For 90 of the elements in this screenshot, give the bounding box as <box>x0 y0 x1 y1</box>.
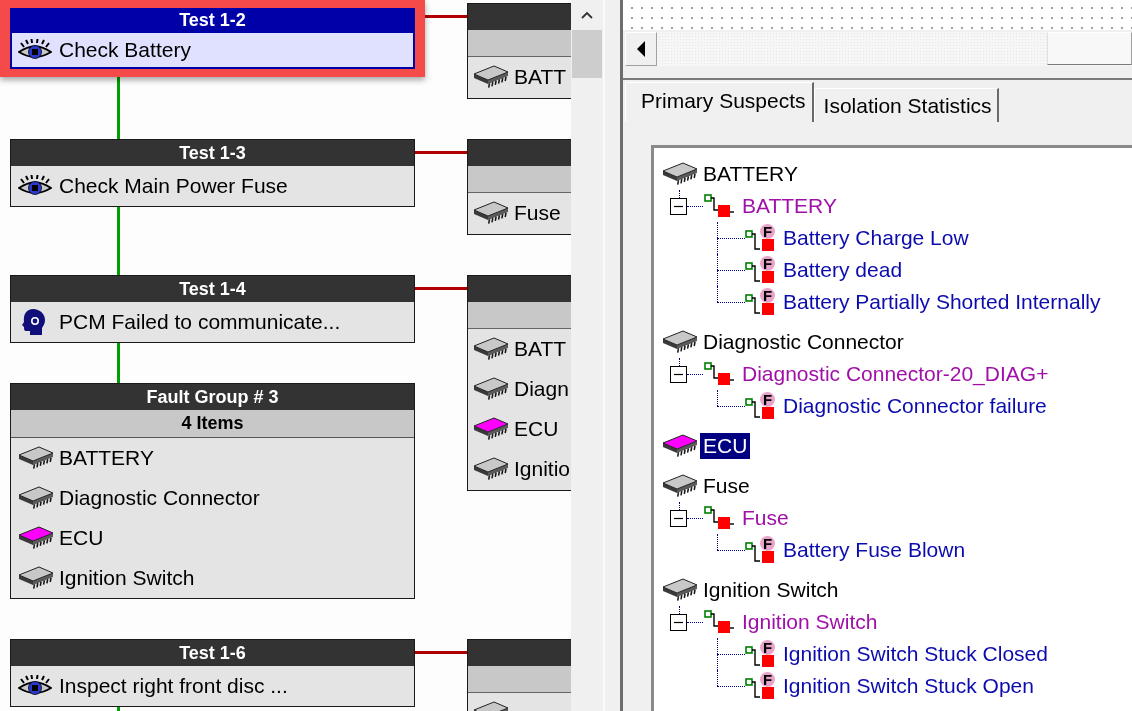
node-title: Test 1-6 <box>11 640 414 666</box>
tree-item[interactable]: Battery Charge Low <box>783 226 969 250</box>
flowchart-node[interactable]: Test 1-4 PCM Failed to communicate... <box>10 275 415 343</box>
status-square-icon <box>761 550 774 563</box>
item-label: Diagnostic Connector <box>59 486 260 510</box>
tree-item[interactable]: Diagnostic Connector-20_DIAG+ <box>742 362 1049 386</box>
step-label: Inspect right front disc ... <box>59 674 288 698</box>
connector-line <box>425 15 467 18</box>
tree-item[interactable]: BATTERY <box>700 161 801 187</box>
failure-badge: F <box>760 223 775 239</box>
tree-item[interactable]: Fuse <box>742 506 789 530</box>
flowchart-node[interactable]: BATT Diagn ECU Ignitio <box>467 275 571 491</box>
step-label: PCM Failed to communicate... <box>59 310 341 334</box>
item-count: 4 Items <box>11 410 414 438</box>
flowchart-node[interactable]: Test 1-2 Check Battery <box>10 8 415 69</box>
failure-badge: F <box>760 671 775 687</box>
item-label: Ignition Switch <box>59 566 195 590</box>
flowchart-node[interactable]: Fuse <box>467 139 571 235</box>
head-icon <box>20 308 46 336</box>
status-square-icon <box>761 302 774 315</box>
tree-item[interactable]: Fuse <box>700 473 753 499</box>
tree-item[interactable]: Battery dead <box>783 258 903 282</box>
scrollbar-thumb[interactable] <box>1047 32 1132 65</box>
status-square-icon <box>761 406 774 419</box>
tab[interactable]: Primary Suspects <box>625 82 814 122</box>
status-square-icon <box>761 686 774 699</box>
node-title: Fault Group # 3 <box>11 384 414 410</box>
item-label: Diagn <box>514 377 569 401</box>
failure-badge: F <box>760 255 775 271</box>
status-square-icon <box>761 654 774 667</box>
tree-item[interactable]: BATTERY <box>742 194 837 218</box>
connector-line <box>117 207 120 275</box>
scroll-left-button[interactable] <box>625 32 657 66</box>
tree-line <box>717 254 745 286</box>
failure-badge: F <box>760 391 775 407</box>
eye-icon <box>18 675 52 697</box>
connector-line <box>415 287 467 290</box>
collapse-toggle[interactable] <box>670 365 687 383</box>
vertical-scrollbar[interactable] <box>571 0 605 711</box>
item-label: BATTERY <box>59 446 154 470</box>
flowchart-node[interactable]: BATT <box>467 3 571 99</box>
status-node-icon <box>703 361 735 387</box>
scrollbar-thumb[interactable] <box>572 30 602 78</box>
flowchart-node[interactable]: Test 1-3 Check Main Power Fuse <box>10 139 415 207</box>
flowchart-node[interactable] <box>467 639 571 711</box>
tree-item[interactable]: Battery Partially Shorted Internally <box>783 290 1101 314</box>
node-title: Test 1-3 <box>11 140 414 166</box>
chevron-up-icon <box>579 10 595 20</box>
item-label: Fuse <box>514 201 561 225</box>
item-label: ECU <box>59 526 104 550</box>
horizontal-scrollbar[interactable] <box>625 32 1132 66</box>
connector-line <box>117 77 120 139</box>
tree-line <box>717 638 745 670</box>
pane-splitter[interactable] <box>605 0 623 711</box>
connector-line <box>117 343 120 383</box>
tree-item[interactable]: Diagnostic Connector failure <box>783 394 1047 418</box>
tab[interactable]: Isolation Statistics <box>813 88 999 122</box>
failure-badge: F <box>760 535 775 551</box>
item-label: ECU <box>514 417 559 441</box>
connector-line <box>415 151 467 154</box>
connector-line <box>415 651 467 654</box>
collapse-toggle[interactable] <box>670 197 687 215</box>
step-label: Check Battery <box>59 38 191 62</box>
triangle-left-icon <box>636 40 646 58</box>
flowchart-node[interactable]: Test 1-6 Inspect right front disc ... <box>10 639 415 707</box>
eye-icon <box>18 39 52 61</box>
tree-item[interactable]: Ignition Switch Stuck Closed <box>783 642 1048 666</box>
status-square-icon <box>761 270 774 283</box>
status-node-icon <box>703 193 735 219</box>
tree-item[interactable]: Battery Fuse Blown <box>783 538 966 562</box>
tree-line <box>717 222 745 254</box>
node-title: Test 1-4 <box>11 276 414 302</box>
collapse-toggle[interactable] <box>670 509 687 527</box>
status-square-icon <box>761 238 774 251</box>
tree-item[interactable]: Ignition Switch <box>742 610 878 634</box>
eye-icon <box>18 175 52 197</box>
failure-badge: F <box>760 287 775 303</box>
item-label: BATT <box>514 65 567 89</box>
tree-item[interactable]: ECU <box>700 433 751 459</box>
tree-item[interactable]: Ignition Switch Stuck Open <box>783 674 1034 698</box>
failure-badge: F <box>760 639 775 655</box>
flowchart-node[interactable]: Fault Group # 3 4 Items BATTERY Diagnostic Connector ECU Ignition Switch <box>10 383 415 599</box>
tree-item[interactable]: Diagnostic Connector <box>700 329 907 355</box>
tree-item[interactable]: Ignition Switch <box>700 577 842 603</box>
status-node-icon <box>703 609 735 635</box>
step-label: Check Main Power Fuse <box>59 174 288 198</box>
status-node-icon <box>703 505 735 531</box>
item-label: Ignitio <box>514 457 571 481</box>
collapse-toggle[interactable] <box>670 613 687 631</box>
item-label: BATT <box>514 337 567 361</box>
